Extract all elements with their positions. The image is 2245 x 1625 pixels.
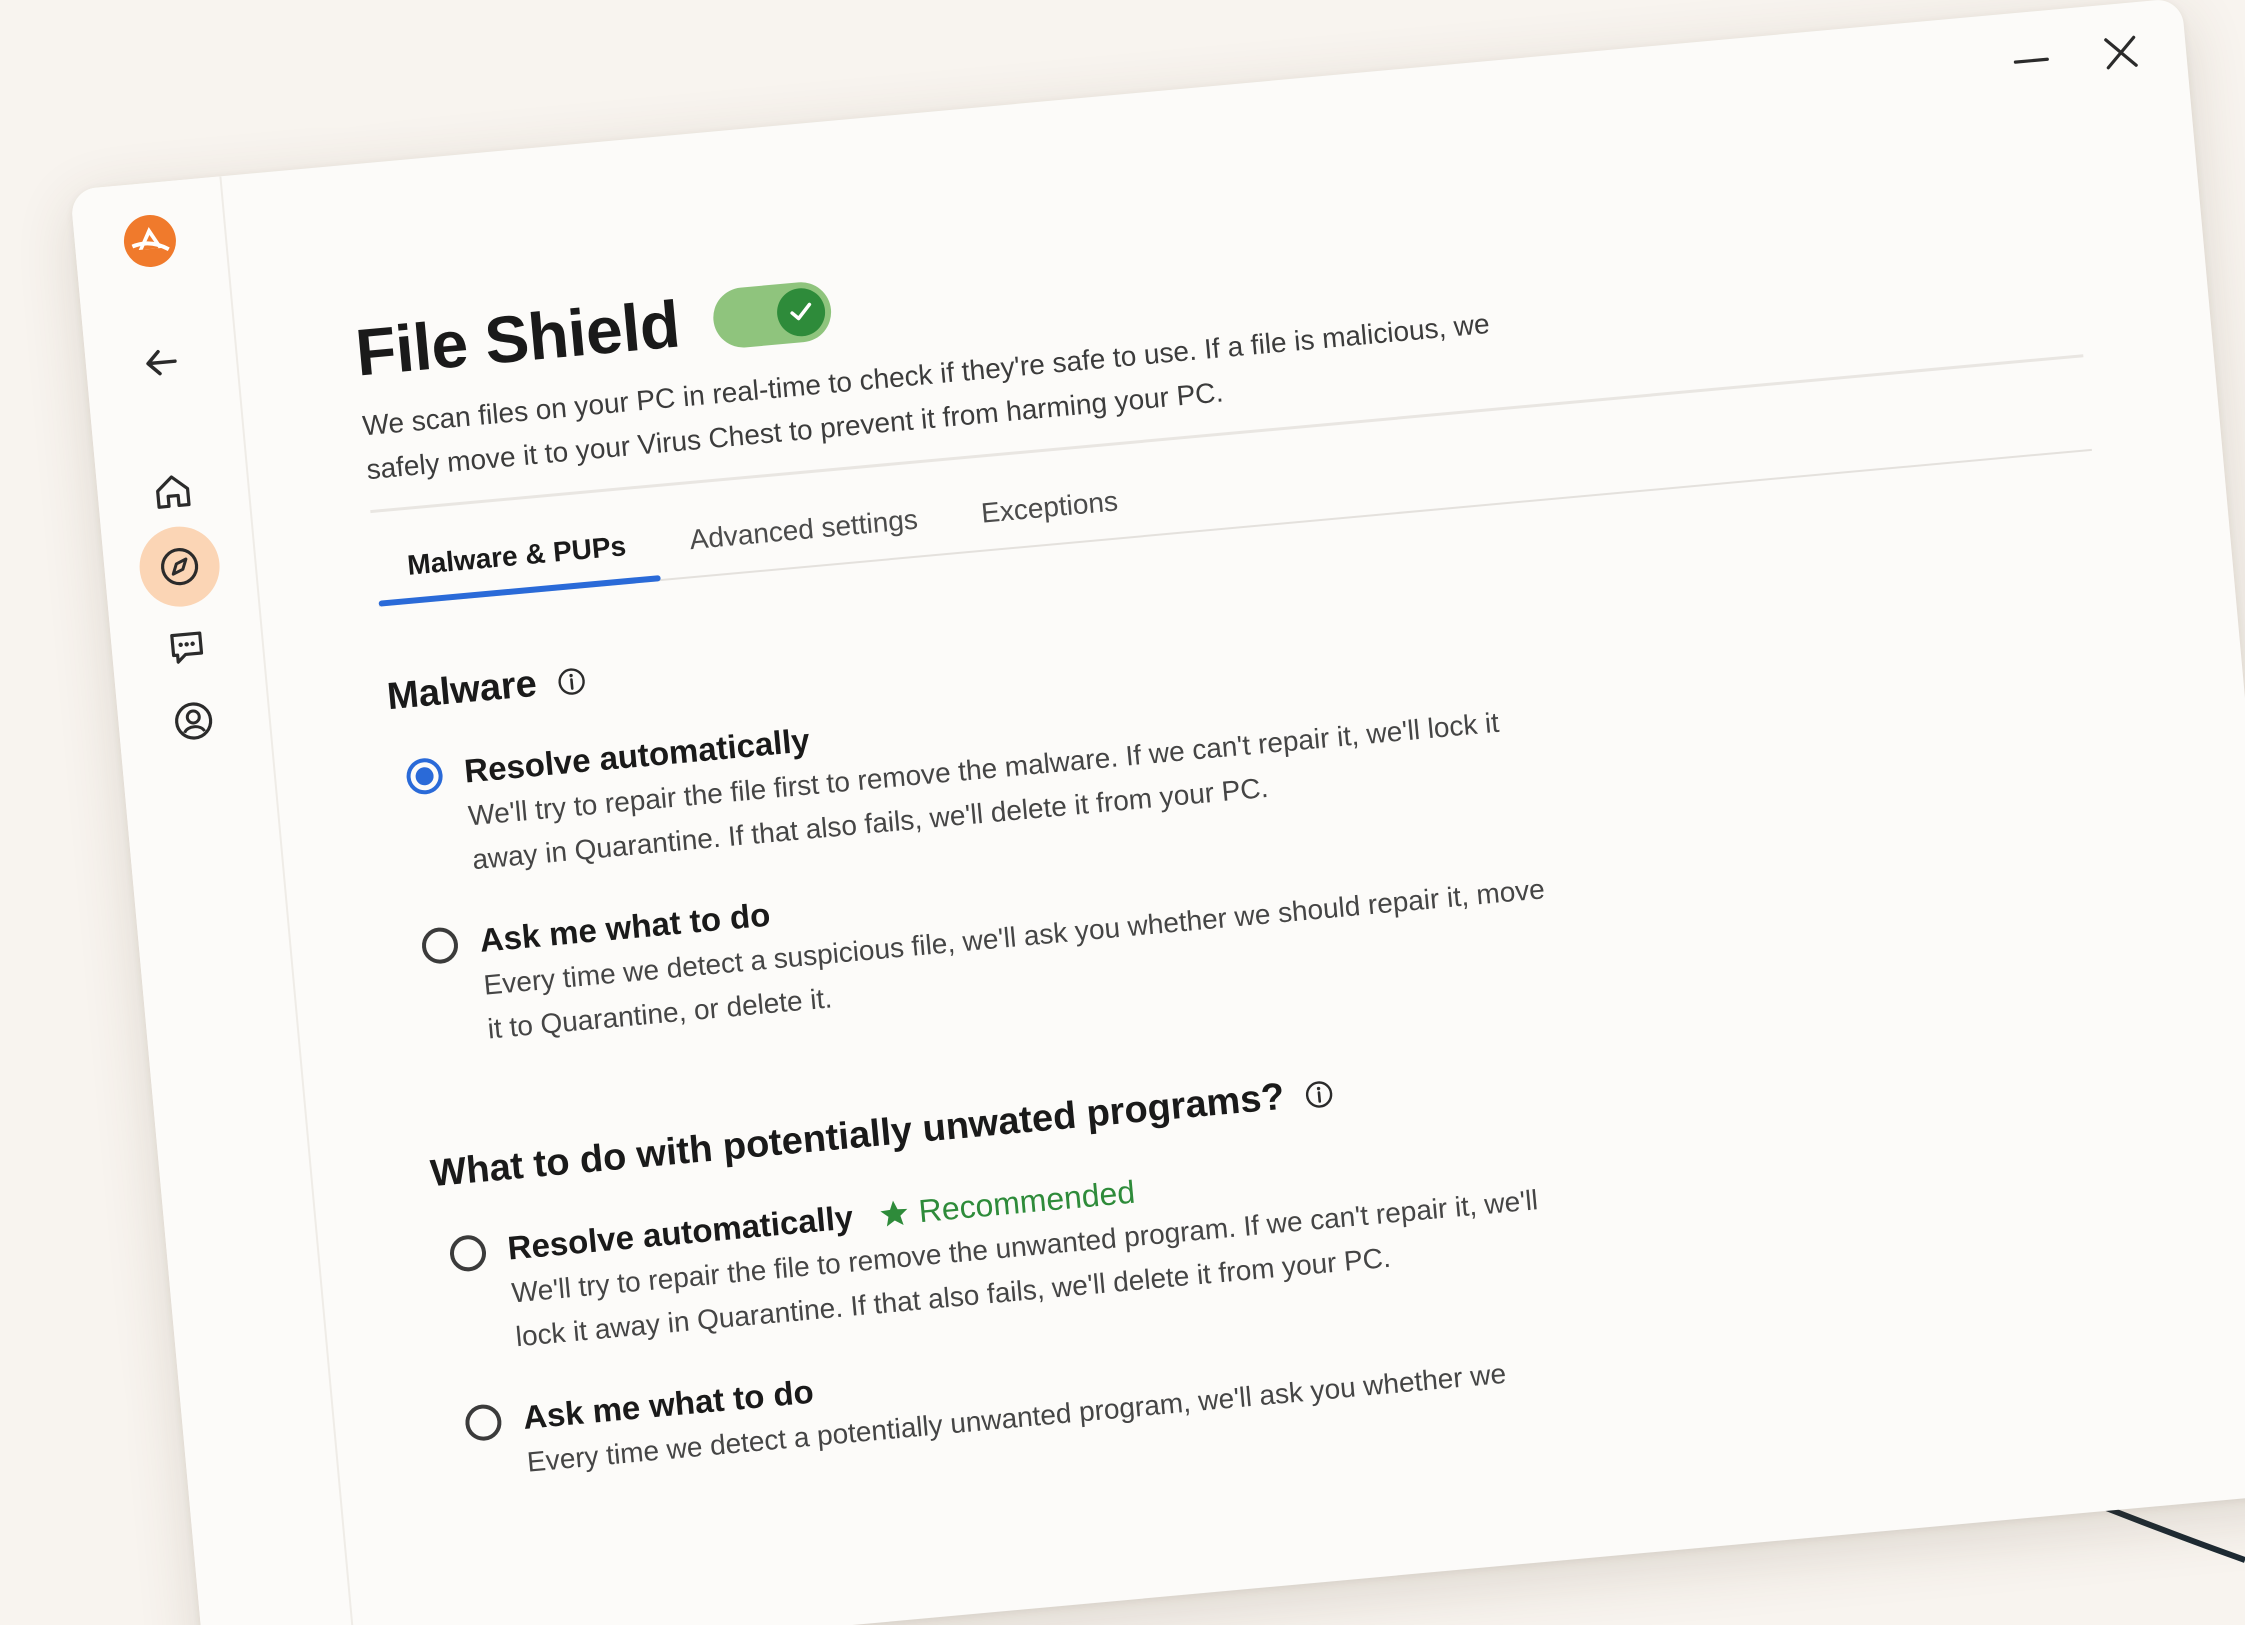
- window-controls: [2004, 25, 2148, 87]
- brand-logo-icon[interactable]: [120, 211, 181, 272]
- home-icon: [156, 475, 191, 509]
- main-content: File Shield We scan files on your PC in …: [352, 156, 2202, 1491]
- star-icon: [880, 1200, 907, 1227]
- chat-bubble-icon: [170, 631, 204, 664]
- account-icon: [175, 702, 213, 740]
- info-icon[interactable]: [1303, 1078, 1336, 1111]
- close-button[interactable]: [2094, 25, 2148, 79]
- back-button[interactable]: [118, 319, 205, 406]
- nav-explore[interactable]: [136, 523, 224, 611]
- nav-account[interactable]: [150, 678, 237, 765]
- radio-button[interactable]: [448, 1233, 488, 1273]
- radio-button[interactable]: [463, 1403, 503, 1443]
- malware-title-text: Malware: [385, 662, 539, 719]
- app-window: File Shield We scan files on your PC in …: [70, 0, 2245, 1625]
- nav-chat[interactable]: [143, 603, 230, 690]
- screen: File Shield We scan files on your PC in …: [0, 0, 2245, 1625]
- minimize-icon: [2013, 57, 2049, 64]
- radio-button[interactable]: [420, 926, 460, 966]
- nav-home[interactable]: [129, 448, 216, 535]
- tab-exceptions[interactable]: Exceptions: [948, 482, 1153, 552]
- info-icon[interactable]: [555, 665, 588, 698]
- page-title: File Shield: [352, 286, 683, 390]
- radio-button-selected[interactable]: [405, 756, 445, 796]
- compass-icon: [160, 548, 199, 586]
- tab-malware-pups[interactable]: Malware & PUPs: [374, 527, 661, 604]
- close-icon: [2104, 35, 2138, 70]
- file-shield-toggle[interactable]: [710, 279, 834, 351]
- minimize-button[interactable]: [2004, 34, 2058, 88]
- back-arrow-icon: [146, 349, 177, 376]
- checkmark-icon: [789, 302, 811, 321]
- toggle-knob: [774, 286, 827, 339]
